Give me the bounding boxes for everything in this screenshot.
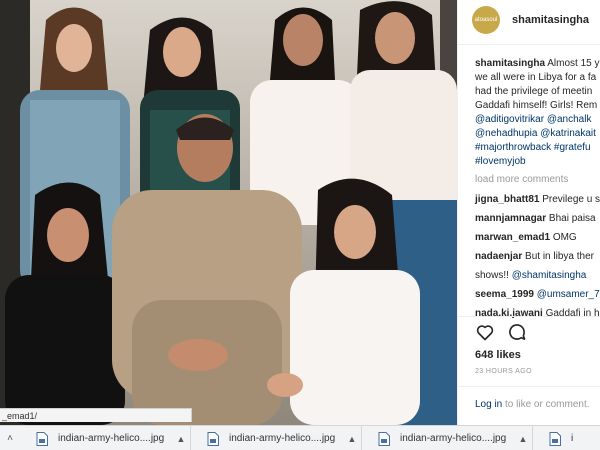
download-item[interactable]: indian-army-helico....jpg ▲ <box>20 426 191 450</box>
file-icon <box>36 431 48 446</box>
download-filename: indian-army-helico....jpg <box>400 433 507 444</box>
download-filename: indian-army-helico....jpg <box>229 433 336 444</box>
post-header: atoasoul shamitasingha <box>472 5 589 35</box>
chevron-down-icon[interactable]: ▲ <box>172 434 190 444</box>
chevron-down-icon[interactable]: ▲ <box>343 434 361 444</box>
comment-list: jigna_bhatt81 Previlege u s mannjamnagar… <box>475 190 600 323</box>
comment-item-continued: shows!! @shamitasingha <box>475 266 600 285</box>
chevron-down-icon[interactable]: ▲ <box>514 434 532 444</box>
likes-count[interactable]: 648 likes <box>475 349 521 361</box>
comment-username[interactable]: nada.ki.jawani <box>475 308 543 319</box>
post-timestamp: 23 HOURS AGO <box>475 368 532 375</box>
comment-item: jigna_bhatt81 Previlege u s <box>475 190 600 209</box>
download-filename: i <box>571 433 574 444</box>
photo-illustration <box>0 0 457 425</box>
post-photo[interactable] <box>0 0 457 425</box>
status-url-tooltip: _emad1/ <box>0 408 192 422</box>
comment-text: OMG <box>552 232 577 243</box>
heart-icon[interactable] <box>475 322 495 342</box>
actions-divider <box>458 316 600 317</box>
comment-text: Bhai paisa <box>548 213 596 224</box>
caption-line-1: Almost 15 y <box>547 58 600 69</box>
chevron-up-icon[interactable]: ˄ <box>0 433 20 444</box>
comment-item: seema_1999 @umsamer_7 <box>475 285 600 304</box>
login-prompt: Log in to like or comment. <box>475 399 590 410</box>
caption-tags-3[interactable]: #majorthrowback #gratefu <box>475 141 600 155</box>
avatar-text: atoasoul <box>474 17 498 23</box>
post-caption: shamitasingha Almost 15 y we all were in… <box>475 57 600 169</box>
caption-username[interactable]: shamitasingha <box>475 58 545 69</box>
avatar[interactable]: atoasoul <box>472 6 500 34</box>
login-divider <box>458 386 600 387</box>
file-icon <box>207 431 219 446</box>
download-item-partial[interactable]: i <box>533 426 600 450</box>
caption-line-4: Gaddafi himself! Girls! Rem <box>475 100 598 111</box>
download-item[interactable]: indian-army-helico....jpg ▲ <box>362 426 533 450</box>
login-link[interactable]: Log in <box>475 399 502 410</box>
post-username[interactable]: shamitasingha <box>512 14 589 26</box>
downloads-bar: ˄ indian-army-helico....jpg ▲ indian-arm… <box>0 425 600 450</box>
comment-username[interactable]: jigna_bhatt81 <box>475 194 539 205</box>
file-icon <box>549 431 561 446</box>
post-sidebar: atoasoul shamitasingha shamitasingha Alm… <box>457 0 600 425</box>
comment-username[interactable]: mannjamnagar <box>475 213 546 224</box>
caption-tags-4[interactable]: #lovemyjob <box>475 155 600 169</box>
comment-mention[interactable]: @shamitasingha <box>512 270 587 281</box>
comment-username[interactable]: nadaenjar <box>475 251 522 262</box>
comment-item: nadaenjar But in libya ther <box>475 247 600 266</box>
download-item[interactable]: indian-army-helico....jpg ▲ <box>191 426 362 450</box>
comment-mention[interactable]: @umsamer_7 <box>537 289 600 300</box>
comment-icon[interactable] <box>507 322 527 342</box>
comment-text: But in libya ther <box>525 251 594 262</box>
caption-line-3: had the privilege of meetin <box>475 86 593 97</box>
comment-item: marwan_emad1 OMG <box>475 228 600 247</box>
caption-line-2: we all were in Libya for a fa <box>475 72 597 83</box>
comment-item: nada.ki.jawani Gaddafi in h <box>475 304 600 323</box>
post-actions <box>475 322 527 342</box>
load-more-comments-link[interactable]: load more comments <box>475 174 568 185</box>
login-text: to like or comment. <box>502 399 590 410</box>
comment-username[interactable]: seema_1999 <box>475 289 534 300</box>
file-icon <box>378 431 390 446</box>
header-divider <box>458 44 600 45</box>
caption-tags-2[interactable]: @nehadhupia @katrinakait <box>475 127 600 141</box>
comment-text: Gaddafi in h <box>545 308 600 319</box>
comment-username[interactable]: marwan_emad1 <box>475 232 550 243</box>
comment-text: Previlege u s <box>542 194 600 205</box>
caption-tags-1[interactable]: @aditigovitrikar @anchalk <box>475 113 600 127</box>
screenshot-frame: atoasoul shamitasingha shamitasingha Alm… <box>0 0 600 450</box>
comment-text: shows!! <box>475 270 512 281</box>
comment-item: mannjamnagar Bhai paisa <box>475 209 600 228</box>
download-filename: indian-army-helico....jpg <box>58 433 165 444</box>
